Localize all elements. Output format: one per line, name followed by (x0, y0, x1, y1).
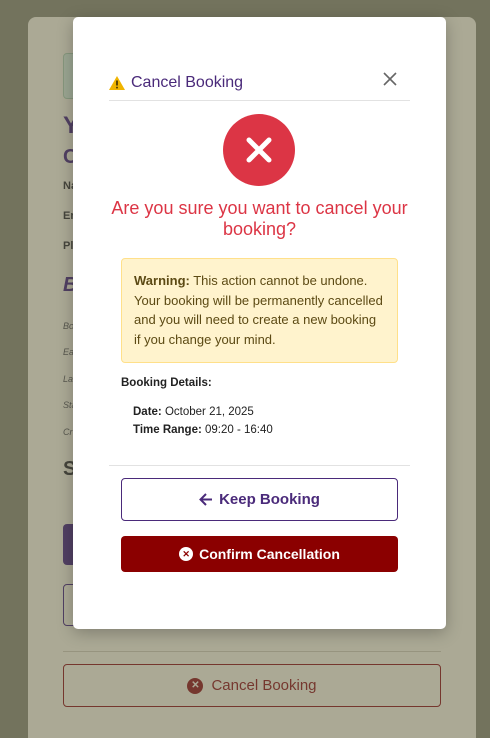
date-value: October 21, 2025 (161, 406, 254, 418)
confirm-cancellation-label: Confirm Cancellation (199, 546, 340, 562)
booking-details-label: Booking Details: (121, 377, 212, 389)
close-icon (383, 72, 397, 86)
warning-label: Warning: (134, 273, 190, 288)
x-circle-icon: ✕ (179, 547, 194, 561)
modal-header: Cancel Booking (109, 64, 410, 101)
keep-booking-label: Keep Booking (219, 491, 320, 508)
x-circle-icon (223, 114, 295, 186)
booking-date: Date: October 21, 2025 (133, 406, 254, 418)
close-button[interactable] (380, 70, 400, 90)
date-label: Date: (133, 406, 162, 418)
time-range-label: Time Range: (133, 424, 202, 436)
confirm-cancellation-button[interactable]: ✕ Confirm Cancellation (121, 536, 398, 572)
booking-time-range: Time Range: 09:20 - 16:40 (133, 424, 273, 436)
confirmation-question: Are you sure you want to cancel your boo… (111, 198, 408, 239)
footer-divider (109, 465, 410, 466)
modal-title: Cancel Booking (131, 73, 244, 91)
keep-booking-button[interactable]: Keep Booking (121, 478, 398, 521)
arrow-left-icon (199, 493, 213, 506)
time-range-value: 09:20 - 16:40 (201, 424, 273, 436)
warning-triangle-icon (109, 75, 125, 90)
warning-alert: Warning: This action cannot be undone. Y… (121, 258, 398, 363)
cancel-booking-modal: Cancel Booking Are you sure you want to … (73, 17, 446, 629)
header-divider (109, 100, 410, 101)
